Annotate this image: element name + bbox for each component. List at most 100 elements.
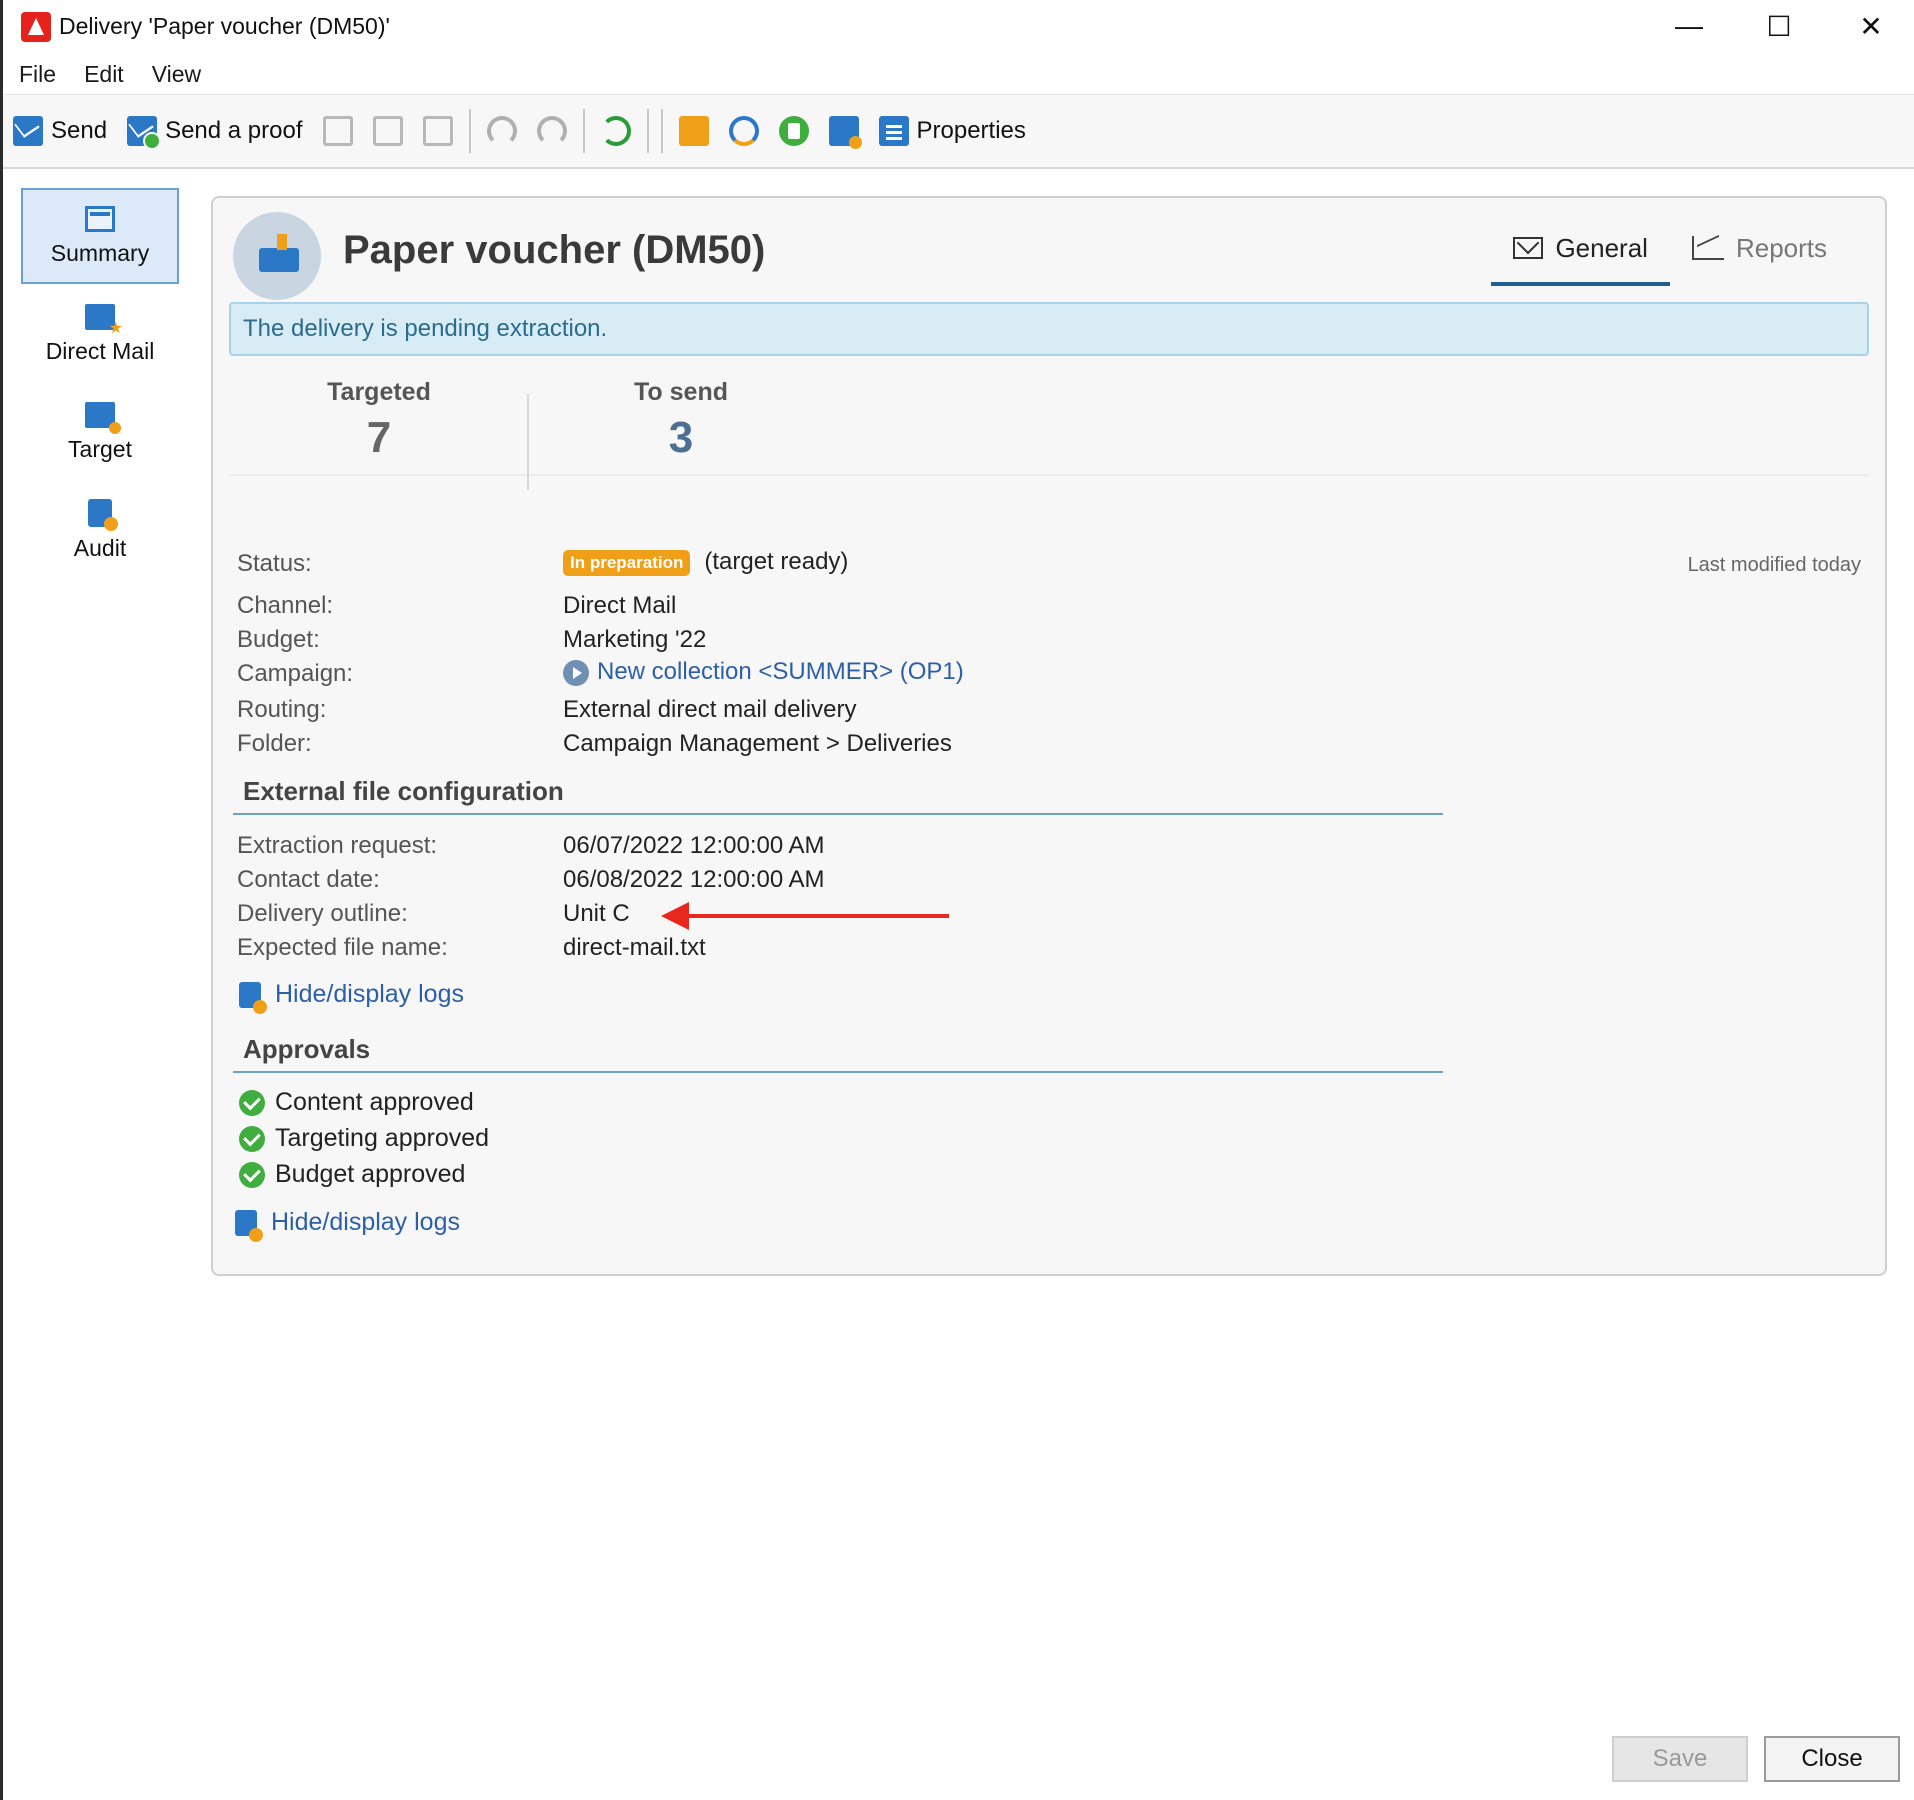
menu-edit[interactable]: Edit — [72, 61, 136, 88]
cut-button[interactable] — [363, 107, 413, 155]
toolbar-separator — [660, 109, 663, 153]
campaign-label: Campaign: — [237, 660, 354, 687]
offer-button[interactable] — [669, 107, 719, 155]
budget-label: Budget: — [237, 626, 320, 653]
stat-targeted-label: Targeted — [327, 378, 431, 406]
left-nav: Summary Direct Mail Target Audit — [21, 188, 179, 580]
summary-panel: Paper voucher (DM50) General Reports The… — [211, 196, 1887, 1276]
delivery-window: Delivery 'Paper voucher (DM50)' — ☐ ✕ Fi… — [0, 0, 1914, 1800]
outline-label: Delivery outline: — [237, 900, 408, 927]
chart-icon — [1691, 236, 1724, 260]
routing-value: External direct mail delivery — [563, 696, 857, 723]
send-mail-icon — [13, 116, 43, 146]
status-banner: The delivery is pending extraction. — [229, 302, 1869, 356]
folder-value: Campaign Management > Deliveries — [563, 730, 952, 757]
logs-link-label: Hide/display logs — [275, 980, 464, 1008]
hide-display-logs-link-approvals[interactable]: Hide/display logs — [235, 1208, 460, 1242]
status-label: Status: — [237, 550, 312, 577]
save-button[interactable]: Save — [1612, 1736, 1748, 1782]
outline-value: Unit C — [563, 900, 630, 927]
menu-view[interactable]: View — [140, 61, 213, 88]
maximize-button[interactable]: ☐ — [1749, 6, 1809, 46]
copy-icon — [322, 116, 353, 146]
properties-button[interactable]: Properties — [869, 107, 1036, 155]
tab-reports-label: Reports — [1735, 232, 1827, 263]
stat-to-send-label: To send — [634, 378, 728, 406]
undo-button[interactable] — [477, 107, 527, 155]
calculate-button[interactable] — [769, 107, 819, 155]
undo-icon — [486, 116, 517, 146]
send-proof-button[interactable]: Send a proof — [117, 107, 312, 155]
stat-targeted-value: 7 — [366, 413, 392, 462]
calculator-icon — [778, 116, 809, 146]
nav-direct-mail-label: Direct Mail — [45, 337, 155, 364]
approval-budget-label: Budget approved — [275, 1160, 466, 1188]
filename-value: direct-mail.txt — [563, 934, 706, 961]
annotation-arrow-line — [683, 914, 949, 918]
toolbar-separator — [646, 109, 649, 153]
nav-target-label: Target — [68, 435, 132, 462]
paste-icon — [422, 116, 453, 146]
audit-button[interactable] — [819, 107, 869, 155]
tab-reports[interactable]: Reports — [1670, 226, 1849, 282]
refresh-button[interactable] — [591, 107, 641, 155]
nav-direct-mail[interactable]: Direct Mail — [21, 286, 179, 382]
nav-audit-label: Audit — [73, 534, 127, 561]
extraction-label: Extraction request: — [237, 832, 438, 859]
clipboard-icon — [878, 116, 909, 146]
toolbar-separator — [582, 109, 585, 153]
play-icon — [563, 659, 589, 686]
paste-button[interactable] — [413, 107, 463, 155]
page-title: Paper voucher (DM50) — [343, 228, 766, 272]
annotation-arrow-icon — [661, 902, 689, 930]
approval-targeting-label: Targeting approved — [275, 1124, 490, 1152]
logs-icon — [239, 981, 267, 1014]
gauge-icon — [728, 116, 759, 146]
campaign-link[interactable]: New collection <SUMMER> (OP1) — [563, 658, 964, 686]
title-bar: Delivery 'Paper voucher (DM50)' — ☐ ✕ — [3, 0, 1914, 54]
toolbar-separator — [468, 109, 471, 153]
stat-divider — [527, 394, 529, 490]
audit-icon — [88, 498, 118, 531]
menu-bar: File Edit View — [3, 56, 1914, 92]
send-button[interactable]: Send — [3, 107, 117, 155]
nav-target[interactable]: Target — [21, 384, 179, 480]
tab-general-label: General — [1555, 232, 1648, 263]
gift-icon — [678, 116, 709, 146]
status-badge: In preparation — [563, 549, 691, 576]
properties-label: Properties — [916, 117, 1026, 144]
redo-icon — [536, 116, 567, 146]
redo-button[interactable] — [527, 107, 577, 155]
refresh-icon — [600, 116, 631, 146]
close-button[interactable]: Close — [1764, 1736, 1900, 1782]
send-proof-icon — [127, 116, 162, 150]
approval-content: Content approved — [239, 1088, 474, 1117]
logs-link-label: Hide/display logs — [271, 1208, 460, 1236]
nav-summary[interactable]: Summary — [21, 188, 179, 284]
filename-label: Expected file name: — [237, 934, 448, 961]
view-tabs: General Reports — [1491, 226, 1849, 286]
stat-to-send: To send 3 — [561, 378, 801, 463]
stat-targeted: Targeted 7 — [259, 378, 499, 463]
section-external-file: External file configuration — [233, 776, 1443, 815]
menu-file[interactable]: File — [7, 61, 68, 88]
nav-summary-label: Summary — [50, 239, 150, 266]
contact-value: 06/08/2022 12:00:00 AM — [563, 866, 825, 893]
approval-budget: Budget approved — [239, 1160, 465, 1189]
audit-icon — [828, 116, 862, 149]
check-icon — [239, 1161, 265, 1188]
nav-audit[interactable]: Audit — [21, 482, 179, 578]
channel-label: Channel: — [237, 592, 334, 619]
tab-general[interactable]: General — [1491, 226, 1670, 286]
window-title: Delivery 'Paper voucher (DM50)' — [59, 13, 390, 39]
hide-display-logs-link[interactable]: Hide/display logs — [239, 980, 464, 1014]
minimize-button[interactable]: — — [1659, 6, 1719, 46]
close-window-button[interactable]: ✕ — [1841, 6, 1901, 46]
approval-targeting: Targeting approved — [239, 1124, 489, 1153]
mailbox-icon — [233, 212, 321, 300]
analyze-button[interactable] — [719, 107, 769, 155]
send-label: Send — [51, 117, 108, 144]
copy-button[interactable] — [313, 107, 363, 155]
routing-label: Routing: — [237, 696, 327, 723]
section-approvals: Approvals — [233, 1034, 1443, 1073]
